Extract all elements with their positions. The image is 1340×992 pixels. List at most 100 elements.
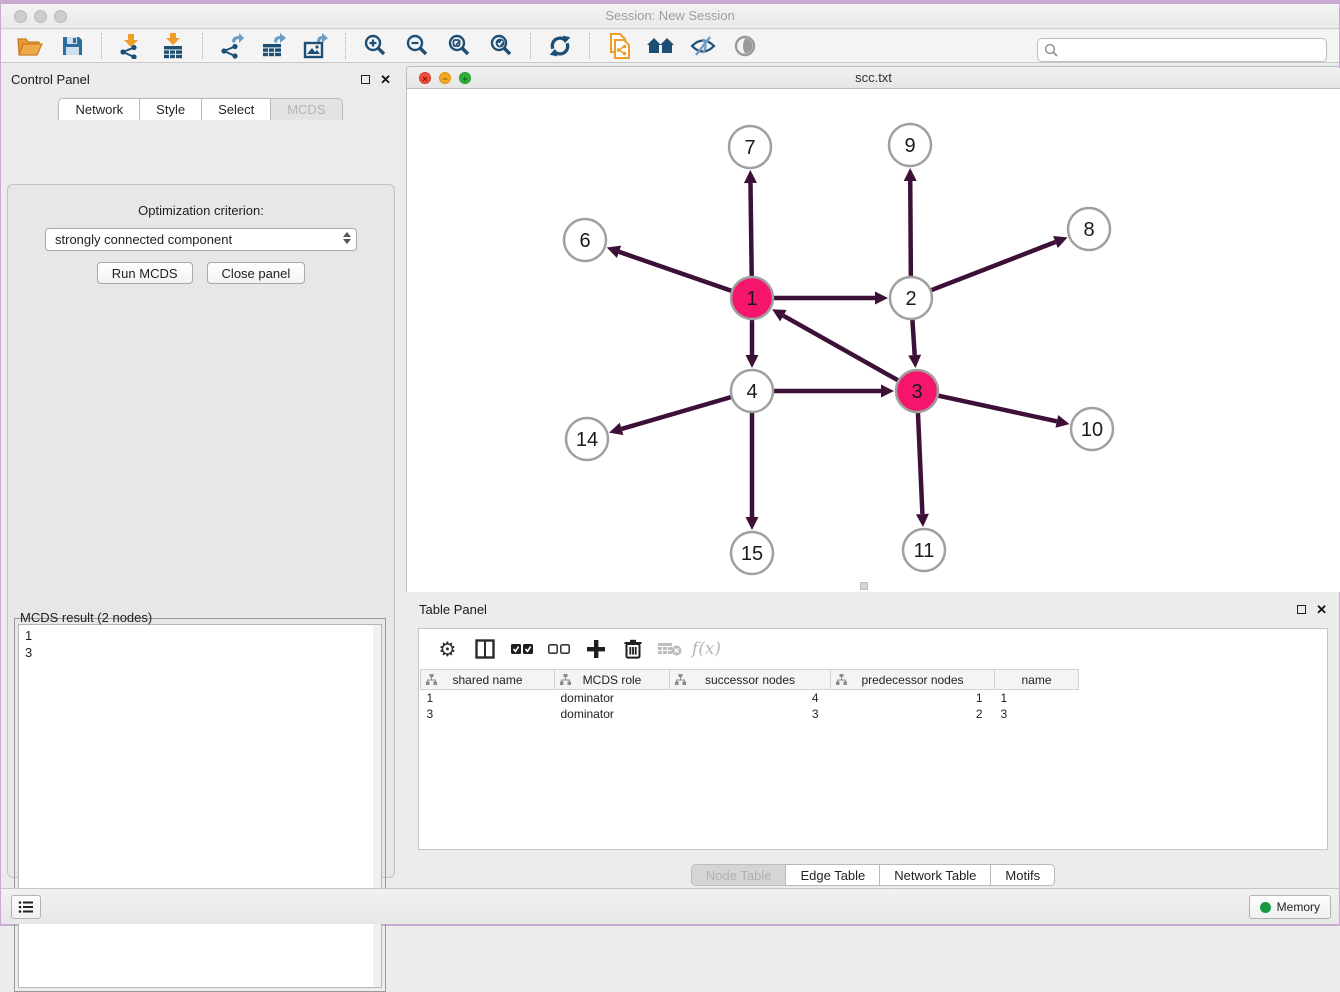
save-session-icon[interactable] [51,31,93,61]
reset-view-icon[interactable] [640,31,682,61]
canvas-scroll-thumb[interactable] [860,582,868,590]
zoom-selected-icon[interactable] [480,31,522,61]
deselect-all-rows-icon[interactable] [540,634,577,664]
grayscale-view-icon[interactable] [724,31,766,61]
status-bar: Memory [1,888,1339,924]
network-view-window: scc.txt × − + 7968124314101511 [406,66,1340,592]
node-label-6: 6 [579,230,590,252]
control-panel-title: Control Panel [11,72,361,87]
column-header-shared-name[interactable]: shared name [421,670,555,690]
node-label-8: 8 [1083,219,1094,241]
edge-3-1[interactable] [783,316,897,381]
refresh-layout-icon[interactable] [539,31,581,61]
network-minimize-icon[interactable]: − [439,72,451,84]
tab-motifs[interactable]: Motifs [990,864,1055,886]
cell-shared-name[interactable]: 3 [421,706,555,722]
close-panel-button[interactable]: Close panel [207,262,306,284]
cell-MCDS-role[interactable]: dominator [555,690,670,706]
edge-2-8[interactable] [932,242,1056,290]
tab-select[interactable]: Select [201,98,271,120]
column-header-MCDS-role[interactable]: MCDS role [555,670,670,690]
float-panel-icon[interactable] [361,75,370,84]
hierarchy-icon [836,674,847,685]
column-header-successor-nodes[interactable]: successor nodes [670,670,831,690]
window-title: Session: New Session [1,8,1339,23]
table-float-panel-icon[interactable] [1297,605,1306,614]
add-column-icon[interactable] [577,634,614,664]
mcds-result-list[interactable]: 1 3 [18,624,382,988]
column-header-predecessor-nodes[interactable]: predecessor nodes [831,670,995,690]
result-scrollbar[interactable] [373,625,381,987]
edge-2-9[interactable] [910,181,911,276]
zoom-fit-icon[interactable] [438,31,480,61]
export-network-icon[interactable] [211,31,253,61]
open-file-icon[interactable] [9,31,51,61]
duplicate-network-icon[interactable] [598,31,640,61]
export-table-icon[interactable] [253,31,295,61]
edge-4-14[interactable] [622,397,731,429]
tab-network-table[interactable]: Network Table [879,864,991,886]
column-header-name[interactable]: name [995,670,1079,690]
search-input[interactable] [1059,43,1326,57]
list-icon [18,900,34,914]
cell-predecessor-nodes[interactable]: 2 [831,706,995,722]
network-maximize-icon[interactable]: + [459,72,471,84]
memory-label: Memory [1277,900,1320,914]
column-header-empty [1079,670,1327,690]
edge-3-11[interactable] [918,413,922,514]
hierarchy-icon [426,674,437,685]
show-hide-style-icon[interactable] [682,31,724,61]
zoom-window-button[interactable] [54,10,67,23]
export-image-icon[interactable] [295,31,337,61]
cell-MCDS-role[interactable]: dominator [555,706,670,722]
zoom-in-icon[interactable] [354,31,396,61]
network-canvas[interactable]: 7968124314101511 [407,89,1340,592]
cell-name[interactable]: 3 [995,706,1079,722]
network-close-icon[interactable]: × [419,72,431,84]
optimization-criterion-label: Optimization criterion: [8,203,394,218]
criterion-select-value: strongly connected component [55,232,232,247]
select-chevrons-icon [343,232,351,244]
close-panel-icon[interactable]: ✕ [380,73,391,86]
node-label-1: 1 [746,288,757,310]
table-row[interactable]: 3dominator323 [421,706,1327,722]
memory-status-icon [1260,902,1271,913]
task-history-button[interactable] [11,895,41,919]
delete-columns-icon[interactable] [614,634,651,664]
table-settings-icon[interactable]: ⚙ [429,634,466,664]
node-label-4: 4 [746,381,757,403]
cell-predecessor-nodes[interactable]: 1 [831,690,995,706]
cell-successor-nodes[interactable]: 4 [670,690,831,706]
memory-button[interactable]: Memory [1249,895,1331,919]
node-label-9: 9 [904,135,915,157]
criterion-select[interactable]: strongly connected component [45,228,357,251]
import-network-icon[interactable] [110,31,152,61]
edge-3-10[interactable] [938,396,1056,422]
tab-edge-table[interactable]: Edge Table [785,864,880,886]
cell-shared-name[interactable]: 1 [421,690,555,706]
table-close-panel-icon[interactable]: ✕ [1316,603,1327,616]
close-window-button[interactable] [14,10,27,23]
edge-1-7[interactable] [750,183,751,276]
split-panel-icon[interactable] [466,634,503,664]
run-mcds-button[interactable]: Run MCDS [97,262,193,284]
hierarchy-icon [560,674,571,685]
tab-mcds[interactable]: MCDS [270,98,342,120]
minimize-window-button[interactable] [34,10,47,23]
node-label-7: 7 [744,137,755,159]
node-label-11: 11 [914,540,935,562]
table-tabs: Node TableEdge TableNetwork TableMotifs [406,864,1340,886]
tab-style[interactable]: Style [139,98,202,120]
cell-name[interactable]: 1 [995,690,1079,706]
import-table-icon[interactable] [152,31,194,61]
table-row[interactable]: 1dominator411 [421,690,1327,706]
edge-2-3[interactable] [912,320,914,355]
select-all-rows-icon[interactable] [503,634,540,664]
edge-1-6[interactable] [619,252,731,291]
cell-successor-nodes[interactable]: 3 [670,706,831,722]
tab-node-table[interactable]: Node Table [691,864,787,886]
zoom-out-icon[interactable] [396,31,438,61]
tab-network[interactable]: Network [58,98,140,120]
search-input-wrap [1037,38,1327,62]
mcds-panel-body: Optimization criterion: strongly connect… [7,184,395,878]
